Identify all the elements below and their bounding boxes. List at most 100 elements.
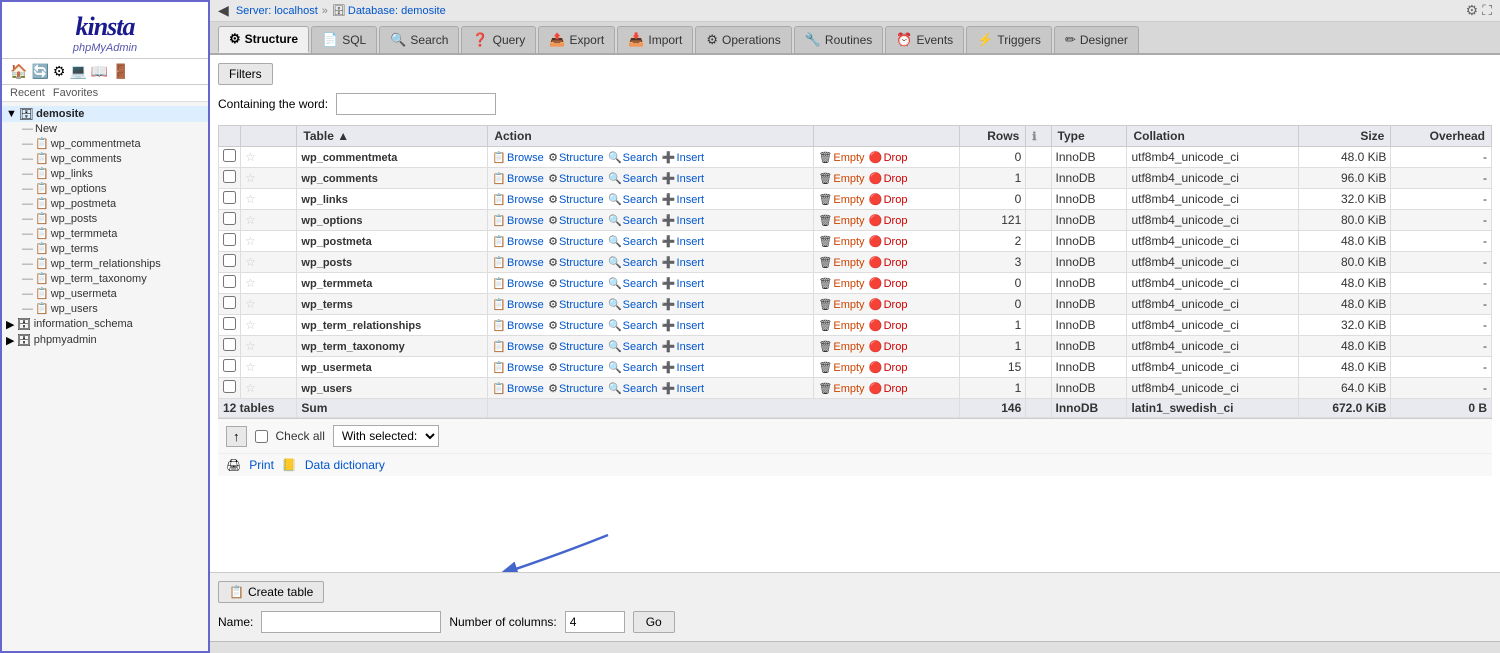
star-icon[interactable]: ☆ bbox=[245, 234, 256, 248]
structure-link[interactable]: Structure bbox=[559, 320, 604, 332]
sidebar-item-wp-usermeta[interactable]: — 📋 wp_usermeta bbox=[2, 286, 208, 301]
drop-link[interactable]: Drop bbox=[884, 215, 908, 227]
create-table-button[interactable]: 📋 Create table bbox=[218, 581, 324, 603]
structure-link[interactable]: Structure bbox=[559, 383, 604, 395]
search-link[interactable]: Search bbox=[623, 194, 658, 206]
sidebar-item-wp-termmeta[interactable]: — 📋 wp_termmeta bbox=[2, 226, 208, 241]
row-checkbox[interactable] bbox=[223, 338, 236, 351]
structure-link[interactable]: Structure bbox=[559, 194, 604, 206]
search-link[interactable]: Search bbox=[623, 173, 658, 185]
row-checkbox[interactable] bbox=[223, 191, 236, 204]
table-name-link[interactable]: wp_terms bbox=[301, 299, 352, 311]
row-checkbox[interactable] bbox=[223, 359, 236, 372]
search-link[interactable]: Search bbox=[623, 320, 658, 332]
th-overhead[interactable]: Overhead bbox=[1391, 126, 1492, 147]
fullscreen-icon[interactable]: ⛶ bbox=[1482, 2, 1492, 19]
table-name-link[interactable]: wp_term_relationships bbox=[301, 320, 421, 332]
search-link[interactable]: Search bbox=[623, 299, 658, 311]
th-table[interactable]: Table ▲ bbox=[297, 126, 488, 147]
sidebar-item-wp-comments[interactable]: — 📋 wp_comments bbox=[2, 151, 208, 166]
structure-link[interactable]: Structure bbox=[559, 278, 604, 290]
browse-link[interactable]: Browse bbox=[507, 320, 544, 332]
filters-button[interactable]: Filters bbox=[218, 63, 273, 85]
up-arrow-button[interactable]: ↑ bbox=[226, 426, 247, 447]
sidebar-item-wp-links[interactable]: — 📋 wp_links bbox=[2, 166, 208, 181]
browse-link[interactable]: Browse bbox=[507, 236, 544, 248]
drop-link[interactable]: Drop bbox=[884, 278, 908, 290]
browse-link[interactable]: Browse bbox=[507, 362, 544, 374]
empty-link[interactable]: Empty bbox=[833, 299, 864, 311]
tab-routines[interactable]: 🔧 Routines bbox=[794, 26, 884, 53]
drop-link[interactable]: Drop bbox=[884, 236, 908, 248]
settings-top-icon[interactable]: ⚙ bbox=[1466, 2, 1479, 19]
star-icon[interactable]: ☆ bbox=[245, 339, 256, 353]
insert-link[interactable]: Insert bbox=[677, 278, 705, 290]
row-checkbox[interactable] bbox=[223, 212, 236, 225]
data-dictionary-link[interactable]: Data dictionary bbox=[305, 458, 385, 472]
row-checkbox[interactable] bbox=[223, 149, 236, 162]
sidebar-item-wp-options[interactable]: — 📋 wp_options bbox=[2, 181, 208, 196]
browse-link[interactable]: Browse bbox=[507, 257, 544, 269]
drop-link[interactable]: Drop bbox=[884, 194, 908, 206]
structure-link[interactable]: Structure bbox=[559, 236, 604, 248]
insert-link[interactable]: Insert bbox=[677, 173, 705, 185]
sidebar-item-demosite[interactable]: ▼ 🗄 demosite bbox=[2, 106, 208, 122]
sidebar-item-wp-postmeta[interactable]: — 📋 wp_postmeta bbox=[2, 196, 208, 211]
search-link[interactable]: Search bbox=[623, 278, 658, 290]
insert-link[interactable]: Insert bbox=[677, 362, 705, 374]
insert-link[interactable]: Insert bbox=[677, 215, 705, 227]
refresh-icon[interactable]: 🔄 bbox=[31, 63, 48, 80]
star-icon[interactable]: ☆ bbox=[245, 255, 256, 269]
empty-link[interactable]: Empty bbox=[833, 152, 864, 164]
tab-designer[interactable]: ✏ Designer bbox=[1054, 26, 1139, 53]
star-icon[interactable]: ☆ bbox=[245, 171, 256, 185]
row-checkbox[interactable] bbox=[223, 233, 236, 246]
home-icon[interactable]: 🏠 bbox=[10, 63, 27, 80]
insert-link[interactable]: Insert bbox=[677, 152, 705, 164]
row-checkbox[interactable] bbox=[223, 254, 236, 267]
drop-link[interactable]: Drop bbox=[884, 383, 908, 395]
sidebar-item-wp-posts[interactable]: — 📋 wp_posts bbox=[2, 211, 208, 226]
table-name-input[interactable] bbox=[261, 611, 441, 633]
search-link[interactable]: Search bbox=[623, 236, 658, 248]
drop-link[interactable]: Drop bbox=[884, 173, 908, 185]
drop-link[interactable]: Drop bbox=[884, 299, 908, 311]
bottom-scrollbar[interactable] bbox=[210, 641, 1500, 653]
tab-search[interactable]: 🔍 Search bbox=[379, 26, 459, 53]
search-link[interactable]: Search bbox=[623, 341, 658, 353]
sidebar-item-wp-commentmeta[interactable]: — 📋 wp_commentmeta bbox=[2, 136, 208, 151]
th-size[interactable]: Size bbox=[1298, 126, 1391, 147]
server-breadcrumb[interactable]: Server: localhost bbox=[236, 5, 318, 17]
filter-input[interactable] bbox=[336, 93, 496, 115]
row-checkbox[interactable] bbox=[223, 380, 236, 393]
browse-link[interactable]: Browse bbox=[507, 173, 544, 185]
browse-link[interactable]: Browse bbox=[507, 194, 544, 206]
structure-link[interactable]: Structure bbox=[559, 341, 604, 353]
empty-link[interactable]: Empty bbox=[833, 362, 864, 374]
console-icon[interactable]: 💻 bbox=[69, 63, 86, 80]
browse-link[interactable]: Browse bbox=[507, 215, 544, 227]
table-name-link[interactable]: wp_users bbox=[301, 383, 352, 395]
table-name-link[interactable]: wp_comments bbox=[301, 173, 377, 185]
search-link[interactable]: Search bbox=[623, 257, 658, 269]
structure-link[interactable]: Structure bbox=[559, 299, 604, 311]
empty-link[interactable]: Empty bbox=[833, 320, 864, 332]
with-selected-select[interactable]: With selected: Drop Empty Print bbox=[333, 425, 439, 447]
insert-link[interactable]: Insert bbox=[677, 257, 705, 269]
empty-link[interactable]: Empty bbox=[833, 278, 864, 290]
structure-link[interactable]: Structure bbox=[559, 362, 604, 374]
empty-link[interactable]: Empty bbox=[833, 383, 864, 395]
star-icon[interactable]: ☆ bbox=[245, 318, 256, 332]
sidebar-item-wp-term-taxonomy[interactable]: — 📋 wp_term_taxonomy bbox=[2, 271, 208, 286]
browse-link[interactable]: Browse bbox=[507, 299, 544, 311]
sidebar-item-wp-term-relationships[interactable]: — 📋 wp_term_relationships bbox=[2, 256, 208, 271]
search-link[interactable]: Search bbox=[623, 215, 658, 227]
table-name-link[interactable]: wp_term_taxonomy bbox=[301, 341, 404, 353]
drop-link[interactable]: Drop bbox=[884, 257, 908, 269]
th-collation[interactable]: Collation bbox=[1127, 126, 1298, 147]
sidebar-item-new[interactable]: — New bbox=[2, 122, 208, 136]
drop-link[interactable]: Drop bbox=[884, 152, 908, 164]
table-name-link[interactable]: wp_commentmeta bbox=[301, 152, 397, 164]
insert-link[interactable]: Insert bbox=[677, 320, 705, 332]
print-link[interactable]: Print bbox=[249, 458, 274, 472]
